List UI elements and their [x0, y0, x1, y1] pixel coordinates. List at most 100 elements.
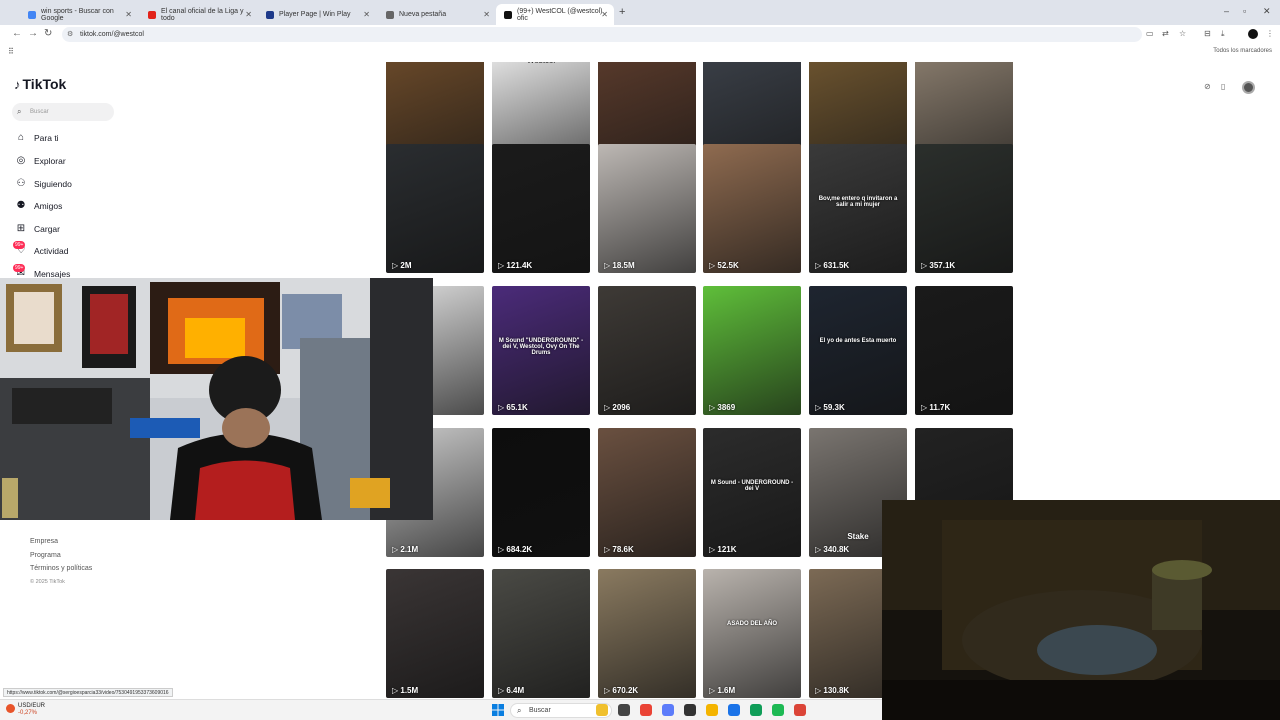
taskbar-app-icon[interactable] [640, 704, 652, 716]
video-view-count: ▷ 3869 [709, 403, 735, 412]
notification-badge: 99+ [13, 264, 26, 272]
taskbar-app-icon[interactable] [794, 704, 806, 716]
windows-start-icon[interactable] [492, 704, 504, 716]
maximize-icon[interactable]: ▫ [1243, 6, 1246, 16]
bookmark-star-icon[interactable]: ☆ [1179, 29, 1188, 38]
video-view-count: ▷ 2.1M [392, 545, 418, 554]
taskbar-app-icon[interactable] [662, 704, 674, 716]
sidebar-item-siguiendo[interactable]: ⚇ Siguiendo [14, 176, 124, 192]
new-tab-icon[interactable]: + [619, 6, 625, 18]
reload-icon[interactable]: ↻ [44, 28, 52, 39]
video-caption-overlay: Bov,me entero q invitaron a salir a mi m… [818, 196, 898, 208]
profile-avatar[interactable] [1248, 29, 1258, 39]
apps-grid-icon[interactable]: ⠿ [8, 47, 14, 56]
activity-icon: ♡ 99+ [13, 241, 26, 256]
video-tile[interactable]: ▷ 670.2K [598, 569, 696, 698]
game-view-overlay [882, 500, 1280, 720]
video-tile[interactable]: ▷ 2096 [598, 286, 696, 415]
sidebar-item-label: Siguiendo [34, 179, 72, 189]
taskbar-app-icon[interactable] [728, 704, 740, 716]
video-tile[interactable]: ▷ 6.4M [492, 569, 590, 698]
video-tile[interactable]: ▷ 52.5K [703, 144, 801, 273]
browser-tab[interactable]: win sports - Buscar con Google ✕ [20, 4, 138, 25]
tiktok-coins-icon[interactable]: ⊘ [1204, 82, 1211, 91]
game-scene-image [882, 500, 1280, 720]
weather-widget-icon[interactable] [6, 704, 15, 713]
video-tile[interactable]: ▷ 357.1K [915, 144, 1013, 273]
bookmarks-bar: ⠿ Todos los marcadores [0, 44, 1280, 60]
view-count-value: 1.6M [717, 686, 736, 695]
video-tile[interactable]: ASADO DEL AÑO ▷ 1.6M [703, 569, 801, 698]
tiktok-logo[interactable]: ♪ TikTok [14, 76, 66, 92]
video-tile[interactable]: ▷ 2M [386, 144, 484, 273]
following-icon: ⚇ [16, 178, 26, 189]
tiktok-note-icon: ♪ [14, 76, 21, 92]
notification-badge: 99+ [13, 241, 26, 249]
video-view-count: ▷ 357.1K [921, 261, 955, 270]
browser-tab-active[interactable]: (99+) WestCOL (@westcol) ofic ✕ [496, 4, 614, 25]
footer-link-terminos[interactable]: Términos y políticas [30, 565, 92, 579]
back-icon[interactable]: ← [12, 28, 22, 39]
stock-ticker-widget[interactable]: USD/EUR -0,27% [18, 703, 45, 717]
view-count-value: 2096 [612, 403, 631, 412]
taskbar-app-icon[interactable] [684, 704, 696, 716]
site-info-icon[interactable]: ⚙ [67, 30, 73, 38]
taskbar-app-icon[interactable] [706, 704, 718, 716]
video-tile[interactable]: M Sound "UNDERGROUND" - dei V, Westcol, … [492, 286, 590, 415]
browser-tab[interactable]: El canal oficial de la Liga y todo ✕ [140, 4, 258, 25]
status-url-bubble: https://www.tiktok.com/@sergioesparcia33… [3, 688, 173, 697]
sidebar-item-label: Para ti [34, 133, 59, 143]
tiktok-device-icon[interactable]: ▯ [1221, 82, 1225, 91]
tab-title: (99+) WestCOL (@westcol) ofic [517, 7, 603, 22]
all-bookmarks[interactable]: Todos los marcadores [1213, 48, 1272, 54]
sidebar-item-actividad[interactable]: ♡ 99+ Actividad [13, 241, 124, 259]
tiktok-user-avatar[interactable] [1242, 81, 1255, 94]
extensions-icon[interactable]: ⊟ [1204, 29, 1213, 38]
video-view-count: ▷ 11.7K [921, 403, 950, 412]
video-tile[interactable]: ▷ 684.2K [492, 428, 590, 557]
sidebar-item-amigos[interactable]: ⚉ Amigos [14, 198, 124, 214]
video-tile[interactable]: El yo de antes Esta muerto ▷ 59.3K [809, 286, 907, 415]
sidebar-item-cargar[interactable]: ⊞ Cargar [14, 221, 124, 237]
translate-icon[interactable]: ⇄ [1162, 29, 1171, 38]
video-tile[interactable]: Bov,me entero q invitaron a salir a mi m… [809, 144, 907, 273]
window-close-icon[interactable]: ✕ [1263, 6, 1271, 17]
close-icon[interactable]: ✕ [601, 10, 608, 19]
search-icon: ⌕ [517, 706, 522, 715]
tab-favicon [148, 10, 156, 19]
streamer-webcam-overlay [0, 278, 433, 520]
footer-link-programa[interactable]: Programa [30, 552, 92, 566]
taskbar-app-icon[interactable] [772, 704, 784, 716]
video-tile[interactable]: ▷ 11.7K [915, 286, 1013, 415]
menu-icon[interactable]: ⋮ [1266, 29, 1275, 38]
video-tile[interactable]: ▷ 78.6K [598, 428, 696, 557]
taskbar-app-icon[interactable] [618, 704, 630, 716]
video-tile[interactable]: M Sound - UNDERGROUND - dei V ▷ 121K [703, 428, 801, 557]
taskbar-app-icon[interactable] [750, 704, 762, 716]
view-count-value: 631.5K [823, 261, 850, 270]
video-tile[interactable]: ▷ 121.4K [492, 144, 590, 273]
browser-tab[interactable]: Player Page | Win Play ✕ [258, 4, 376, 25]
close-icon[interactable]: ✕ [125, 10, 132, 19]
taskbar-app-icon[interactable] [596, 704, 608, 716]
video-caption-overlay: ASADO DEL AÑO [726, 621, 777, 627]
search-input[interactable]: ⌕ Buscar [12, 103, 114, 121]
sidebar-item-explorar[interactable]: ◎ Explorar [14, 153, 124, 169]
view-count-value: 1.5M [400, 686, 419, 695]
close-icon[interactable]: ✕ [245, 10, 252, 19]
video-view-count: ▷ 2096 [604, 403, 630, 412]
close-icon[interactable]: ✕ [363, 10, 370, 19]
video-tile[interactable]: ▷ 1.5M [386, 569, 484, 698]
video-tile[interactable]: ▷ 18.5M [598, 144, 696, 273]
video-view-count: ▷ 121.4K [498, 261, 532, 270]
download-icon[interactable]: ⤓ [1221, 29, 1230, 38]
cast-icon[interactable]: ▭ [1146, 29, 1155, 38]
close-icon[interactable]: ✕ [483, 10, 490, 19]
footer-link-empresa[interactable]: Empresa [30, 538, 92, 552]
sidebar-item-para-ti[interactable]: ⌂ Para ti [14, 130, 124, 146]
address-bar[interactable]: ⚙ tiktok.com/@westcol [62, 27, 1142, 42]
minimize-icon[interactable]: – [1224, 6, 1229, 16]
forward-icon[interactable]: → [28, 28, 38, 39]
video-tile[interactable]: ▷ 3869 [703, 286, 801, 415]
browser-tab[interactable]: Nueva pestaña ✕ [378, 4, 496, 25]
